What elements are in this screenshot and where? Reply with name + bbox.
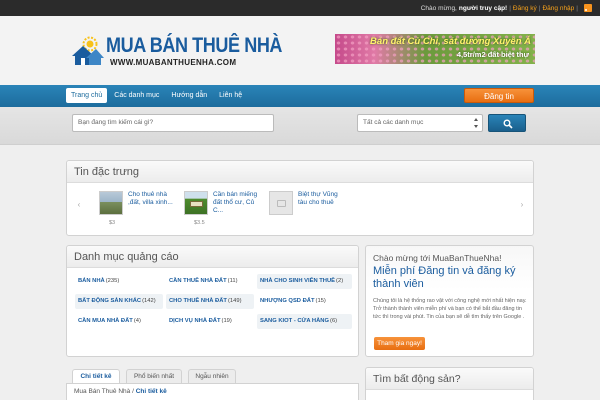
category-item[interactable]: CẦN MUA NHÀ ĐẤT(4) — [75, 314, 163, 329]
listing-thumbnail[interactable] — [99, 191, 123, 215]
category-count: (19) — [221, 318, 232, 324]
search-icon — [503, 119, 513, 129]
category-count: (11) — [227, 278, 238, 284]
main-nav: Trang chủ Các danh mục Hướng dẫn Liên hệ… — [0, 85, 600, 107]
house-logo-icon — [72, 36, 104, 65]
featured-header: Tin đặc trưng — [67, 161, 533, 183]
category-item[interactable]: BẤT ĐỘNG SẢN KHÁC(142) — [75, 294, 163, 309]
listing-thumbnail[interactable] — [184, 191, 208, 215]
category-select-value: Tất cả các danh mục — [363, 119, 424, 126]
featured-listings: Tin đặc trưng ‹ › Cho thuê nhà ,đất, vil… — [66, 160, 534, 236]
tab-details[interactable]: Chi tiết kê — [72, 369, 120, 383]
user-greeting: Chào mừng, người truy cập! | Đăng ký | Đ… — [421, 3, 592, 13]
category-count: (149) — [227, 298, 242, 304]
featured-item[interactable]: Cho thuê nhà ,đất, villa xinh... $3 — [99, 191, 179, 231]
listing-price: $3 — [109, 220, 116, 226]
category-count: (6) — [330, 318, 338, 324]
category-select[interactable]: Tất cả các danh mục — [357, 114, 483, 132]
tab-popular[interactable]: Phổ biến nhất — [126, 369, 182, 383]
categories-title: Danh mục quảng cáo — [74, 251, 179, 263]
search-input[interactable]: Bạn đang tìm kiếm cái gì? — [72, 114, 274, 132]
chevron-up-icon — [474, 118, 478, 121]
site-header: MUA BÁN THUÊ NHÀ WWW.MUABANTHUENHA.COM B… — [0, 16, 600, 85]
category-name: NHÀ CHO SINH VIÊN THUÊ — [260, 278, 336, 284]
separator: | — [509, 4, 511, 12]
featured-item[interactable]: Cần bán miếng đất thổ cư, Củ C... $3.5 — [184, 191, 264, 231]
chevron-left-icon[interactable]: ‹ — [75, 201, 83, 209]
visitor-text: người truy cập! — [458, 4, 508, 12]
category-item[interactable]: NHÀ CHO SINH VIÊN THUÊ(2) — [257, 274, 352, 289]
listing-title[interactable]: Cho thuê nhà ,đất, villa xinh... — [128, 191, 178, 207]
category-count: (4) — [133, 318, 141, 324]
property-search-header: Tìm bất động sản? — [366, 368, 533, 390]
category-item[interactable]: CHO THUÊ NHÀ ĐẤT(149) — [166, 294, 254, 309]
logo-title: MUA BÁN THUÊ NHÀ — [106, 34, 283, 57]
ad-categories: Danh mục quảng cáo BÁN NHÀ(235) CẦN THUÊ… — [66, 245, 359, 357]
category-name: CHO THUÊ NHÀ ĐẤT — [169, 298, 227, 304]
welcome-description: Chúng tôi là hệ thống rao vặt với công n… — [373, 298, 527, 320]
post-ad-button[interactable]: Đăng tin — [464, 88, 534, 103]
search-bar: Bạn đang tìm kiếm cái gì? Tất cả các dan… — [0, 107, 600, 145]
nav-item-home[interactable]: Trang chủ — [66, 88, 108, 103]
property-search-box: Tìm bất động sản? — [365, 367, 534, 400]
greeting-text: Chào mừng, — [420, 4, 457, 12]
property-search-title: Tìm bất động sản? — [373, 373, 461, 385]
category-count: (2) — [336, 278, 344, 284]
chevron-down-icon — [474, 125, 478, 128]
register-link[interactable]: Đăng ký — [513, 5, 537, 12]
listing-title[interactable]: Biệt thự Vũng tàu cho thuê — [298, 191, 348, 207]
join-now-button[interactable]: Tham gia ngay! — [374, 337, 425, 350]
category-name: SANG KIOT - CỬA HÀNG — [260, 318, 330, 324]
separator: | — [576, 4, 578, 12]
category-count: (15) — [315, 298, 326, 304]
category-count: (142) — [142, 298, 156, 304]
category-name: BÁN NHÀ — [78, 278, 105, 284]
tab-content: Mua Bán Thuê Nhà / Chi tiết kê — [66, 383, 359, 400]
breadcrumb: Mua Bán Thuê Nhà / Chi tiết kê — [74, 388, 167, 395]
breadcrumb-separator: / — [132, 388, 134, 395]
featured-item[interactable]: Biệt thự Vũng tàu cho thuê — [269, 191, 349, 231]
category-item[interactable]: SANG KIOT - CỬA HÀNG(6) — [257, 314, 352, 329]
logo-domain: WWW.MUABANTHUENHA.COM — [110, 58, 237, 67]
listing-tabs: Chi tiết kê Phổ biến nhất Ngẫu nhiên Mua… — [66, 367, 359, 400]
category-name: NHƯỢNG QSD ĐẤT — [260, 298, 315, 304]
image-placeholder-icon — [277, 200, 286, 207]
category-item[interactable]: DỊCH VỤ NHÀ ĐẤT(19) — [166, 314, 254, 329]
ad-banner[interactable]: Bán đất Củ Chi, sát đường Xuyên Á 4,5tr/… — [335, 34, 535, 64]
tab-random[interactable]: Ngẫu nhiên — [188, 369, 236, 383]
featured-title: Tin đặc trưng — [74, 166, 140, 178]
login-link[interactable]: Đăng nhập — [542, 5, 574, 12]
banner-headline: Bán đất Củ Chi, sát đường Xuyên Á — [370, 36, 531, 47]
search-button[interactable] — [488, 114, 526, 132]
welcome-box: Chào mừng tới MuaBanThueNha! Miễn phí Đă… — [365, 245, 534, 357]
category-item[interactable]: NHƯỢNG QSD ĐẤT(15) — [257, 294, 352, 309]
category-name: BẤT ĐỘNG SẢN KHÁC — [78, 298, 142, 304]
category-name: CẦN MUA NHÀ ĐẤT — [78, 318, 133, 324]
category-count: (235) — [105, 278, 120, 284]
nav-item-contact[interactable]: Liên hệ — [214, 88, 247, 103]
chevron-right-icon[interactable]: › — [518, 201, 526, 209]
site-logo[interactable]: MUA BÁN THUÊ NHÀ WWW.MUABANTHUENHA.COM — [70, 34, 282, 84]
breadcrumb-current: Chi tiết kê — [135, 388, 167, 395]
listing-thumbnail[interactable] — [269, 191, 293, 215]
category-name: DỊCH VỤ NHÀ ĐẤT — [169, 318, 221, 324]
welcome-greeting: Chào mừng tới MuaBanThueNha! — [373, 253, 502, 263]
separator: | — [538, 4, 541, 12]
categories-header: Danh mục quảng cáo — [67, 246, 358, 268]
nav-item-guide[interactable]: Hướng dẫn — [166, 88, 212, 103]
sign-icon — [190, 201, 203, 207]
category-name: CẦN THUÊ NHÀ ĐẤT — [169, 278, 227, 284]
category-item[interactable]: CẦN THUÊ NHÀ ĐẤT(11) — [166, 274, 254, 289]
listing-price: $3.5 — [194, 220, 205, 226]
nav-menu: Trang chủ Các danh mục Hướng dẫn Liên hệ — [66, 88, 249, 103]
nav-item-categories[interactable]: Các danh mục — [109, 88, 164, 103]
welcome-promo: Miễn phí Đăng tin và đăng ký thành viên — [373, 265, 516, 290]
listing-title[interactable]: Cần bán miếng đất thổ cư, Củ C... — [213, 191, 263, 215]
banner-subline: 4,5tr/m2 đất biệt thự — [456, 50, 529, 59]
breadcrumb-home[interactable]: Mua Bán Thuê Nhà — [74, 388, 130, 395]
top-bar: Chào mừng, người truy cập! | Đăng ký | Đ… — [0, 0, 600, 16]
rss-icon[interactable] — [584, 4, 592, 12]
category-item[interactable]: BÁN NHÀ(235) — [75, 274, 163, 289]
